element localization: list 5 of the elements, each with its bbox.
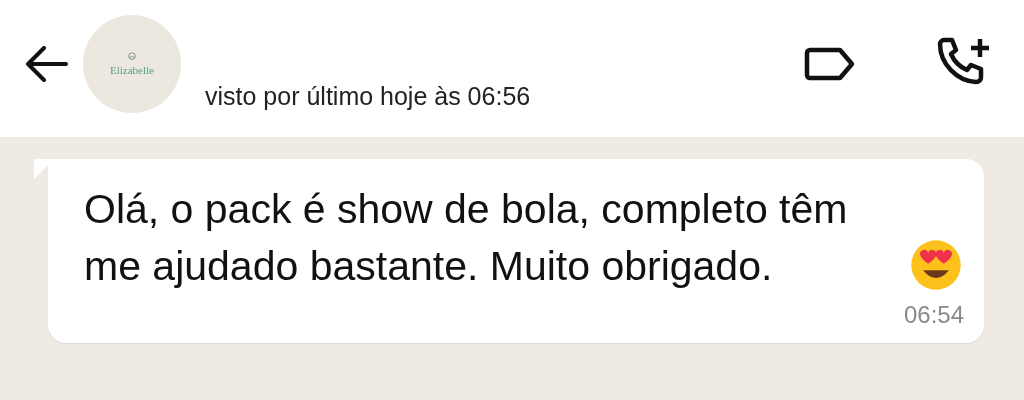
message-text: Olá, o pack é show de bola, completo têm me ajudado bastante. Muito obrigado. — [84, 185, 849, 291]
avatar-logo-text: Elizabelle — [110, 63, 154, 76]
message-time: 06:54 — [903, 301, 964, 329]
contact-avatar[interactable]: Elizabelle — [83, 14, 181, 113]
last-seen-status: visto por último hoje às 06:56 — [205, 82, 531, 111]
